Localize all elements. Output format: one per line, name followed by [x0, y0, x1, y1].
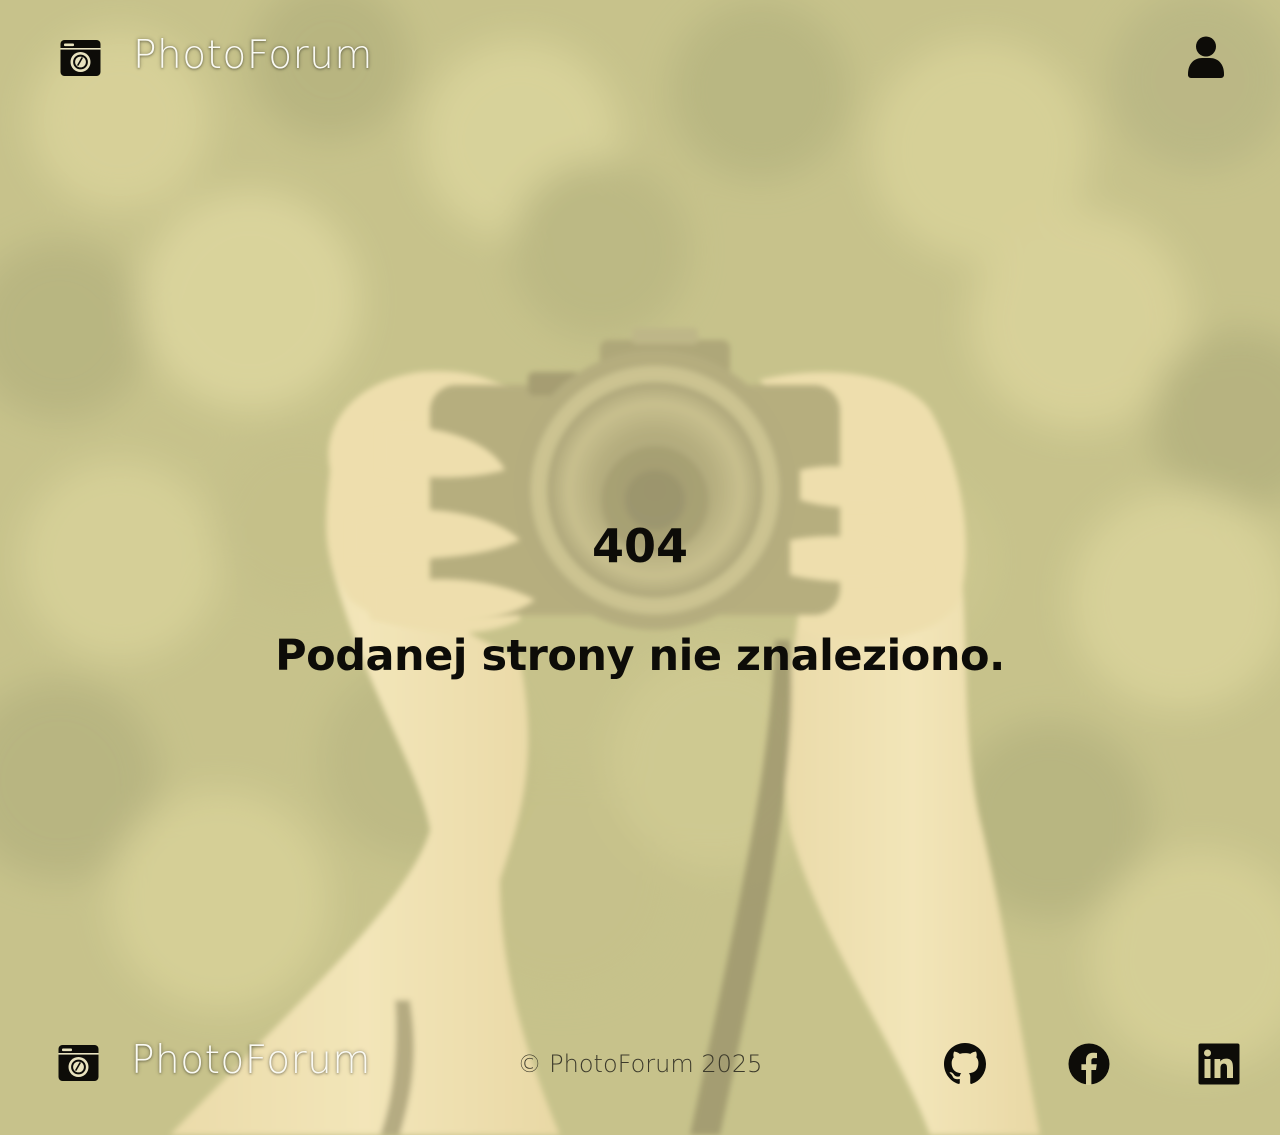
error-code: 404 [591, 519, 689, 573]
camera-icon [58, 1041, 99, 1082]
github-link[interactable] [944, 1043, 986, 1085]
site-header: PhotoForum [0, 0, 1280, 112]
site-footer: PhotoForum © PhotoForum 2025 [0, 1020, 1280, 1120]
camera-icon [60, 36, 101, 77]
error-message: Podanej strony nie znaleziono. [275, 631, 1005, 681]
facebook-link[interactable] [1068, 1043, 1110, 1085]
footer-brand-link[interactable]: PhotoForum [58, 1037, 371, 1085]
linkedin-link[interactable] [1198, 1043, 1240, 1085]
brand-name: PhotoForum [133, 33, 373, 78]
linkedin-icon [1198, 1043, 1240, 1085]
header-brand-link[interactable]: PhotoForum [60, 32, 373, 80]
user-icon [1188, 36, 1224, 82]
error-content: 404 Podanej strony nie znaleziono. [0, 500, 1280, 684]
user-account-button[interactable] [1188, 36, 1224, 78]
footer-brand-name: PhotoForum [131, 1038, 371, 1083]
facebook-icon [1068, 1043, 1110, 1085]
github-icon [944, 1043, 986, 1085]
